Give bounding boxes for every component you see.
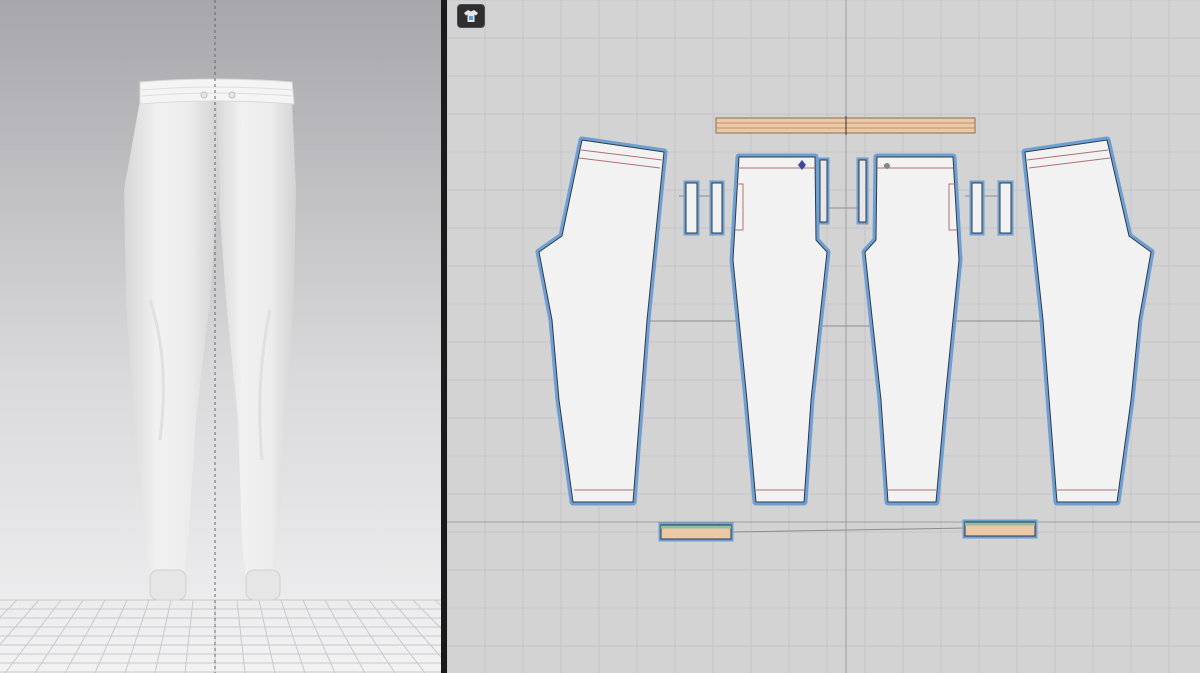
3d-scene — [0, 0, 441, 673]
2d-scene — [447, 0, 1200, 673]
right-cuff-3d — [245, 569, 281, 601]
cuff-left-piece[interactable] — [658, 522, 734, 542]
waistband-3d — [139, 78, 295, 105]
shirt-icon — [464, 10, 478, 22]
drawcord-eyelet-left — [200, 91, 208, 99]
drawcord-eyelet-right — [228, 91, 236, 99]
button-marker — [884, 163, 890, 169]
waistband-piece[interactable] — [715, 116, 976, 135]
2d-pattern-viewport[interactable] — [447, 0, 1200, 673]
view-mode-toggle-button[interactable] — [457, 4, 485, 28]
left-cuff-3d — [149, 569, 187, 601]
3d-viewport[interactable] — [0, 0, 441, 673]
cuff-right-piece[interactable] — [962, 519, 1038, 539]
